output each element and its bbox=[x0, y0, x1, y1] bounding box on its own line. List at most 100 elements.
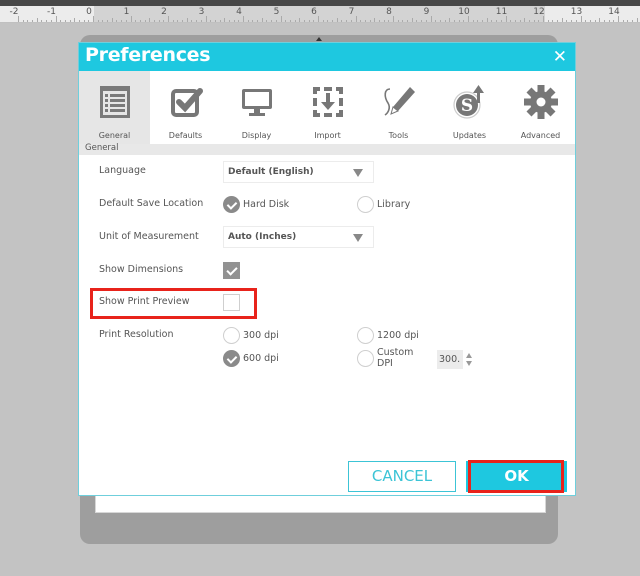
ruler-tick bbox=[500, 20, 502, 22]
ruler-tick bbox=[444, 20, 446, 22]
dpi-600-label: 600 dpi bbox=[243, 353, 279, 364]
ruler-tick bbox=[477, 20, 479, 22]
custom-dpi-radio[interactable] bbox=[357, 350, 374, 367]
dpi-1200-label: 1200 dpi bbox=[377, 330, 419, 341]
silhouette-update-icon: S bbox=[452, 85, 484, 119]
tab-defaults[interactable]: Defaults bbox=[150, 71, 221, 144]
dpi-600-radio[interactable] bbox=[223, 350, 240, 367]
stepper-up-icon[interactable] bbox=[466, 353, 472, 358]
ok-button[interactable]: OK bbox=[466, 461, 567, 492]
ruler-label: 3 bbox=[198, 7, 205, 17]
ruler-tick bbox=[528, 20, 530, 22]
cancel-button[interactable]: CANCEL bbox=[348, 461, 456, 492]
ruler-tick bbox=[491, 20, 493, 22]
ruler-tick bbox=[613, 20, 615, 22]
print-resolution-label: Print Resolution bbox=[99, 329, 174, 340]
ruler-tick bbox=[168, 16, 169, 22]
ruler-label: 4 bbox=[236, 7, 242, 17]
ruler-tick bbox=[561, 18, 563, 22]
ruler-tick bbox=[36, 18, 38, 22]
ruler-tick bbox=[257, 20, 259, 22]
unit-value: Auto (Inches) bbox=[228, 232, 297, 242]
tab-display[interactable]: Display bbox=[221, 71, 292, 144]
ruler-tick bbox=[622, 20, 624, 22]
custom-dpi-label-line1: Custom bbox=[377, 347, 414, 358]
ruler: -2 -1 0 1 2 3 4 5 6 7 8 9 10 11 12 13 14 bbox=[0, 6, 640, 23]
ruler-tick bbox=[27, 20, 29, 22]
tab-tools[interactable]: Tools bbox=[363, 71, 434, 144]
ruler-tick bbox=[580, 16, 582, 22]
ruler-tick bbox=[158, 20, 160, 22]
ruler-tick bbox=[519, 20, 521, 22]
ruler-tick bbox=[32, 20, 34, 22]
ruler-tick bbox=[510, 20, 512, 22]
ruler-tick bbox=[271, 20, 273, 22]
tab-label: Import bbox=[314, 131, 341, 140]
tab-import[interactable]: Import bbox=[292, 71, 363, 144]
ruler-tick bbox=[210, 20, 212, 22]
ruler-tick bbox=[69, 20, 71, 22]
hard-disk-label: Hard Disk bbox=[243, 199, 290, 210]
chevron-down-icon bbox=[353, 169, 363, 177]
ruler-label: 9 bbox=[423, 7, 430, 17]
hard-disk-radio[interactable] bbox=[223, 196, 240, 213]
tab-general[interactable]: General bbox=[79, 71, 150, 144]
custom-dpi-stepper[interactable] bbox=[465, 351, 473, 369]
dpi-300-radio[interactable] bbox=[223, 327, 240, 344]
show-dimensions-checkbox[interactable] bbox=[223, 262, 240, 279]
show-dimensions-label: Show Dimensions bbox=[99, 264, 184, 275]
tab-advanced[interactable]: Advanced bbox=[505, 71, 576, 144]
ruler-tick bbox=[41, 20, 43, 22]
stepper-down-icon[interactable] bbox=[466, 361, 472, 366]
ruler-tick bbox=[46, 20, 48, 22]
ruler-tick bbox=[552, 20, 554, 22]
ruler-tick bbox=[228, 20, 230, 22]
ruler-tick bbox=[149, 18, 151, 22]
ruler-label: 1 bbox=[123, 7, 130, 17]
dpi-1200-radio[interactable] bbox=[357, 327, 374, 344]
language-label: Language bbox=[99, 165, 146, 176]
ruler-tick bbox=[388, 20, 390, 22]
ruler-tick bbox=[303, 20, 305, 22]
custom-dpi-label-line2: DPI bbox=[377, 358, 393, 369]
ruler-tick bbox=[618, 16, 619, 22]
ruler-tick bbox=[486, 18, 488, 22]
ruler-tick bbox=[247, 20, 249, 22]
tab-label: Updates bbox=[452, 131, 487, 140]
ruler-tick bbox=[50, 20, 52, 22]
language-select[interactable]: Default (English) bbox=[223, 161, 374, 183]
tab-label: Display bbox=[241, 131, 272, 140]
ruler-tick bbox=[603, 20, 605, 22]
unit-select[interactable]: Auto (Inches) bbox=[223, 226, 374, 248]
show-print-preview-checkbox[interactable] bbox=[223, 294, 240, 311]
ruler-tick bbox=[425, 20, 427, 22]
ruler-tick bbox=[243, 16, 244, 22]
ruler-tick bbox=[205, 16, 207, 22]
custom-dpi-input[interactable]: 300. bbox=[437, 350, 463, 369]
ruler-tick bbox=[83, 20, 85, 22]
ruler-label: 6 bbox=[311, 7, 317, 17]
ruler-tick bbox=[111, 18, 113, 22]
ruler-tick bbox=[275, 20, 277, 22]
ruler-tick bbox=[458, 20, 460, 22]
ruler-tick bbox=[430, 16, 432, 22]
ruler-tick bbox=[533, 20, 535, 22]
ruler-tick bbox=[88, 20, 90, 22]
ruler-tick bbox=[571, 20, 573, 22]
ruler-tick bbox=[102, 20, 104, 22]
ruler-tick bbox=[238, 20, 240, 22]
ruler-tick bbox=[374, 18, 376, 22]
ruler-tick bbox=[369, 20, 371, 22]
list-document-icon bbox=[99, 86, 130, 118]
ruler-tick bbox=[350, 20, 352, 22]
library-radio[interactable] bbox=[357, 196, 374, 213]
ruler-tick bbox=[355, 16, 357, 22]
ruler-tick bbox=[93, 16, 94, 22]
ruler-tick bbox=[299, 18, 301, 22]
ruler-tick bbox=[200, 20, 202, 22]
close-icon[interactable]: ✕ bbox=[553, 47, 567, 67]
ruler-tick bbox=[435, 20, 437, 22]
ruler-tick bbox=[60, 20, 62, 22]
ruler-tick bbox=[468, 16, 469, 22]
tab-updates[interactable]: S Updates bbox=[434, 71, 505, 144]
